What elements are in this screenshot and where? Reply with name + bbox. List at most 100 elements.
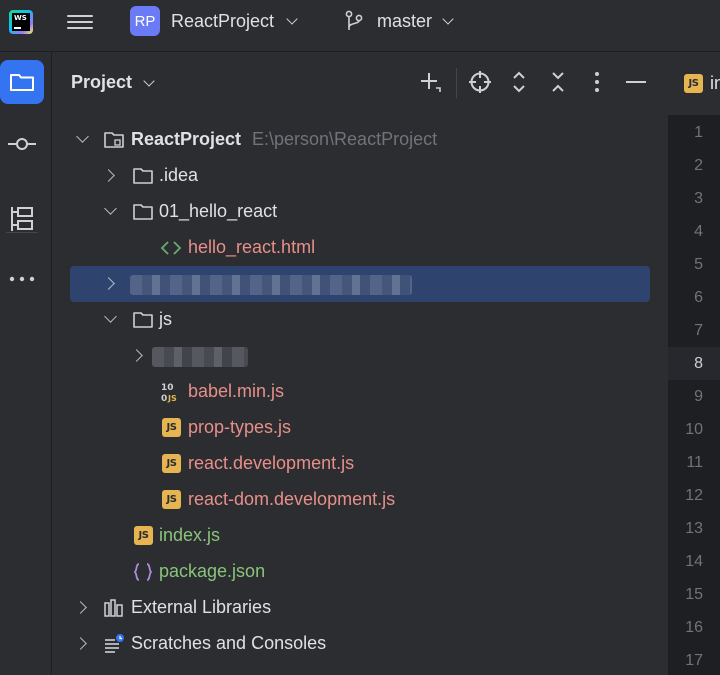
chevron-down-icon[interactable] [442,13,454,25]
line-number[interactable]: 14 [668,545,720,578]
svg-text:10: 10 [161,383,174,393]
chevron-down-icon[interactable] [286,13,298,25]
redacted-label [130,275,412,295]
vcs-branch-icon[interactable] [344,10,364,32]
tree-row-idea[interactable]: .idea [52,158,667,194]
js-file-icon: JS [134,526,153,545]
line-number[interactable]: 8 [668,347,720,380]
divider [456,68,457,98]
structure-tool-button[interactable] [0,197,44,241]
expand-arrow-icon[interactable] [130,349,143,362]
expand-arrow-icon[interactable] [104,202,117,215]
tree-row-root[interactable]: ReactProject E:\person\ReactProject [52,122,667,158]
tree-item-label: Scratches and Consoles [131,633,327,653]
tool-window-strip [0,52,44,675]
line-number[interactable]: 4 [668,215,720,248]
js-file-icon: JS [162,418,181,437]
tree-row-package[interactable]: package.json [52,554,667,590]
js-file-icon: JS [684,74,703,93]
scratches-icon [105,634,124,653]
line-number[interactable]: 17 [668,644,720,675]
tree-row-hello-folder[interactable]: 01_hello_react [52,194,667,230]
json-file-icon [133,563,153,581]
tree-item-label: 01_hello_react [159,201,278,221]
chevron-down-icon[interactable] [143,75,155,87]
tree-row-selected[interactable] [52,266,667,302]
tree-row-external-libraries[interactable]: External Libraries [52,590,667,626]
line-number[interactable]: 1 [668,116,720,149]
tree-row-react-dom[interactable]: JS react-dom.development.js [52,482,667,518]
tree-item-label: react-dom.development.js [188,489,396,509]
svg-text:0: 0 [161,394,167,403]
tree-row-prop-types[interactable]: JS prop-types.js [52,410,667,446]
tree-row-redacted[interactable] [52,338,667,374]
tree-row-react-dev[interactable]: JS react.development.js [52,446,667,482]
project-tool-button[interactable] [0,60,44,104]
commit-icon [8,138,36,150]
options-icon[interactable] [585,70,609,94]
line-number[interactable]: 9 [668,380,720,413]
tree-item-label: react.development.js [188,453,355,473]
redacted-label [152,347,248,367]
expand-all-icon[interactable] [507,70,531,94]
tree-item-label: prop-types.js [188,417,292,437]
line-number[interactable]: 10 [668,413,720,446]
editor-tab-bar: JS in [668,52,720,116]
line-number[interactable]: 15 [668,578,720,611]
editor-area: JS in 1 2 3 4 5 6 7 8 9 10 11 12 13 14 15 16 17 [668,52,720,675]
folder-icon [133,204,153,220]
title-bar: WS RP ReactProject master [0,0,720,44]
line-number[interactable]: 13 [668,512,720,545]
expand-arrow-icon[interactable] [102,169,115,182]
project-badge[interactable]: RP [130,6,160,36]
structure-icon [11,207,33,231]
line-number[interactable]: 12 [668,479,720,512]
line-number[interactable]: 7 [668,314,720,347]
folder-icon [133,312,153,328]
line-number[interactable]: 16 [668,611,720,644]
tree-row-babel[interactable]: 10 0 JS babel.min.js [52,374,667,410]
more-tool-windows-button[interactable] [0,257,44,301]
panel-title[interactable]: Project [71,72,132,93]
project-name[interactable]: ReactProject [171,11,274,32]
line-number[interactable]: 11 [668,446,720,479]
main-menu-icon[interactable] [67,11,93,33]
tree-item-label: External Libraries [131,597,272,617]
js-file-icon: JS [162,454,181,473]
tree-item-label: index.js [159,525,221,545]
commit-tool-button[interactable] [0,122,44,166]
js-file-icon: JS [162,490,181,509]
expand-arrow-icon[interactable] [74,637,87,650]
add-icon[interactable] [418,70,442,94]
tree-item-label: .idea [159,165,199,185]
line-number[interactable]: 2 [668,149,720,182]
minified-js-icon: 10 0 JS [161,383,177,403]
line-number[interactable]: 6 [668,281,720,314]
folder-icon [104,132,124,148]
branch-name[interactable]: master [377,11,432,32]
webstorm-logo-icon: WS [9,10,33,34]
line-number[interactable]: 5 [668,248,720,281]
expand-arrow-icon[interactable] [76,130,89,143]
library-icon [104,599,123,617]
folder-icon [10,74,34,91]
more-icon [9,276,35,282]
collapse-all-icon[interactable] [546,70,570,94]
project-path: E:\person\ReactProject [252,129,438,149]
html-file-icon [160,241,182,255]
tree-item-label: js [159,309,172,329]
editor-tab-label[interactable]: in [710,73,720,94]
project-panel: Project ReactProject E:\person\ReactProj… [52,52,667,675]
tree-item-label: package.json [159,561,266,581]
tree-row-index[interactable]: JS index.js [52,518,667,554]
expand-arrow-icon[interactable] [74,601,87,614]
locate-icon[interactable] [468,70,492,94]
tree-row-js-folder[interactable]: js [52,302,667,338]
svg-text:JS: JS [167,394,177,403]
expand-arrow-icon[interactable] [104,310,117,323]
tree-row-scratches[interactable]: Scratches and Consoles [52,626,667,662]
tree-row-hello-file[interactable]: hello_react.html [52,230,667,266]
tree-item-label: hello_react.html [188,237,316,257]
hide-icon[interactable] [624,70,648,94]
line-number[interactable]: 3 [668,182,720,215]
